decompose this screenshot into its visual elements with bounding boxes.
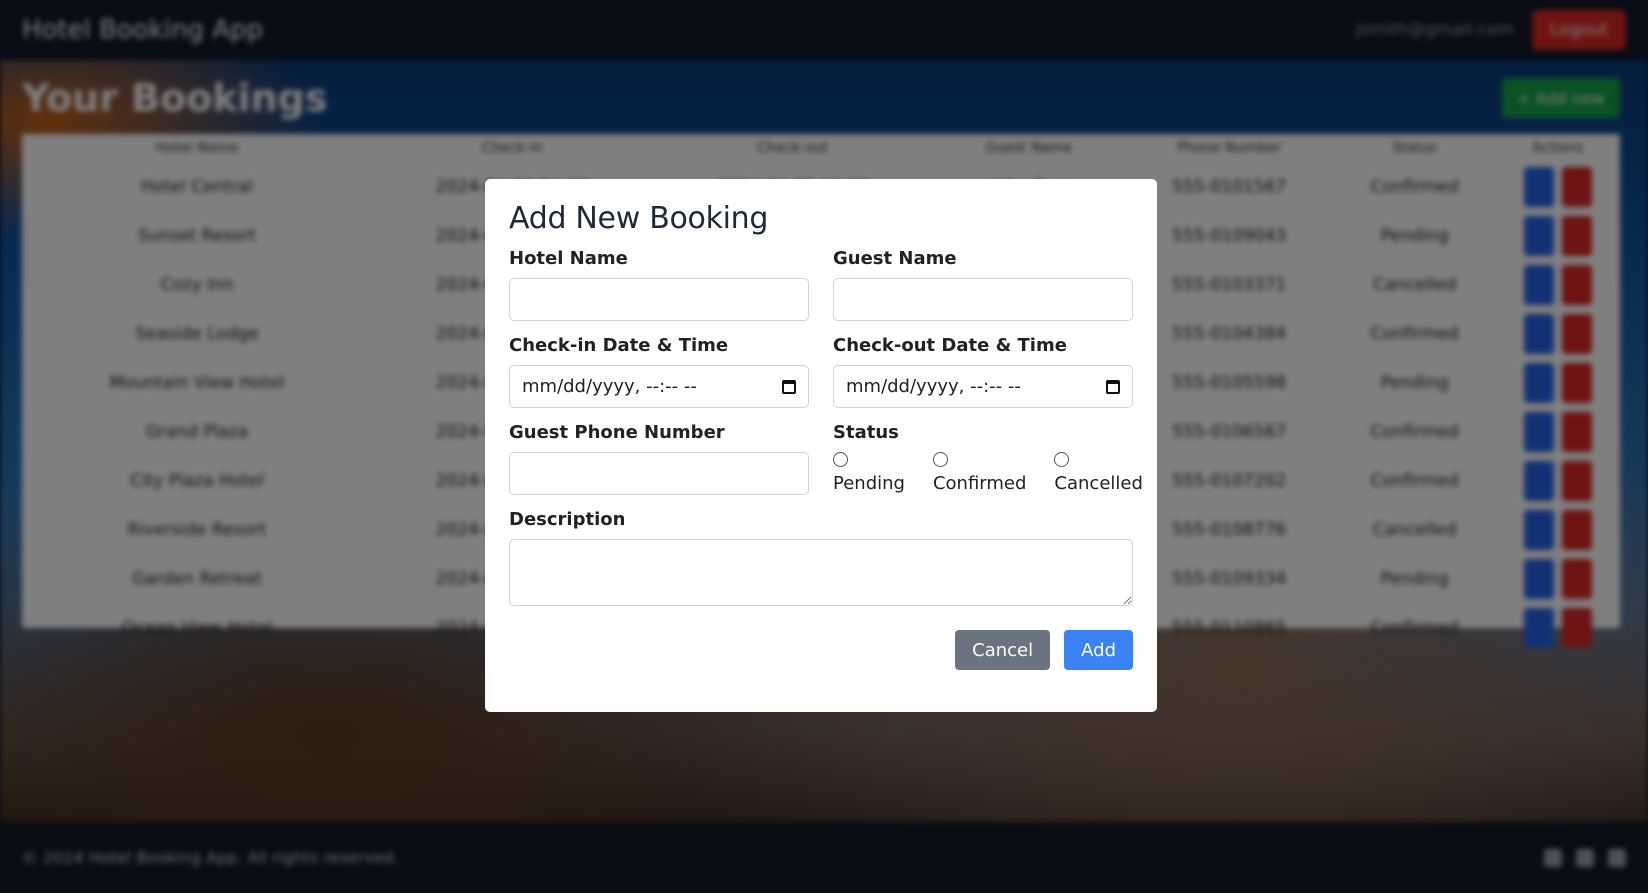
phone-label: Guest Phone Number [509,422,725,443]
phone-input[interactable] [509,452,809,495]
checkin-placeholder: mm/dd/yyyy, --:-- -- [522,376,697,397]
phone-group: Guest Phone Number [509,422,809,495]
checkin-group: Check-in Date & Time mm/dd/yyyy, --:-- -… [509,335,809,408]
status-option-pending[interactable]: Pending [833,452,905,494]
checkin-datetime-input[interactable]: mm/dd/yyyy, --:-- -- [509,365,809,408]
radio-button-confirmed[interactable] [932,452,948,467]
checkout-placeholder: mm/dd/yyyy, --:-- -- [846,376,1021,397]
description-group: Description [509,509,1133,610]
guest-name-group: Guest Name [833,248,1133,321]
modal-actions: Cancel Add [509,630,1133,670]
status-option-label: Cancelled [1054,473,1143,494]
status-option-label: Pending [833,473,905,494]
status-group: Status Pending Confirmed Cancelled [833,422,1143,495]
description-textarea[interactable] [509,539,1133,606]
modal-title: Add New Booking [509,201,769,236]
description-label: Description [509,509,626,530]
add-booking-modal: Add New Booking Hotel Name Guest Name Ch… [485,179,1157,712]
hotel-name-group: Hotel Name [509,248,809,321]
status-option-confirmed[interactable]: Confirmed [932,452,1027,494]
calendar-icon[interactable] [1106,379,1120,394]
guest-name-input[interactable] [833,278,1133,321]
checkout-label: Check-out Date & Time [833,335,1067,356]
status-label: Status [833,422,899,443]
guest-name-label: Guest Name [833,248,957,269]
cancel-button[interactable]: Cancel [955,630,1051,670]
checkout-datetime-input[interactable]: mm/dd/yyyy, --:-- -- [833,365,1133,408]
hotel-name-label: Hotel Name [509,248,628,269]
status-radio-group: Pending Confirmed Cancelled [833,452,1143,494]
checkin-label: Check-in Date & Time [509,335,729,356]
radio-button-pending[interactable] [833,452,848,467]
calendar-icon[interactable] [782,379,796,394]
status-option-label: Confirmed [932,473,1027,494]
checkout-group: Check-out Date & Time mm/dd/yyyy, --:-- … [833,335,1133,408]
status-option-cancelled[interactable]: Cancelled [1054,452,1143,494]
radio-button-cancelled[interactable] [1054,452,1070,467]
add-button[interactable]: Add [1064,630,1133,670]
hotel-name-input[interactable] [509,278,809,321]
